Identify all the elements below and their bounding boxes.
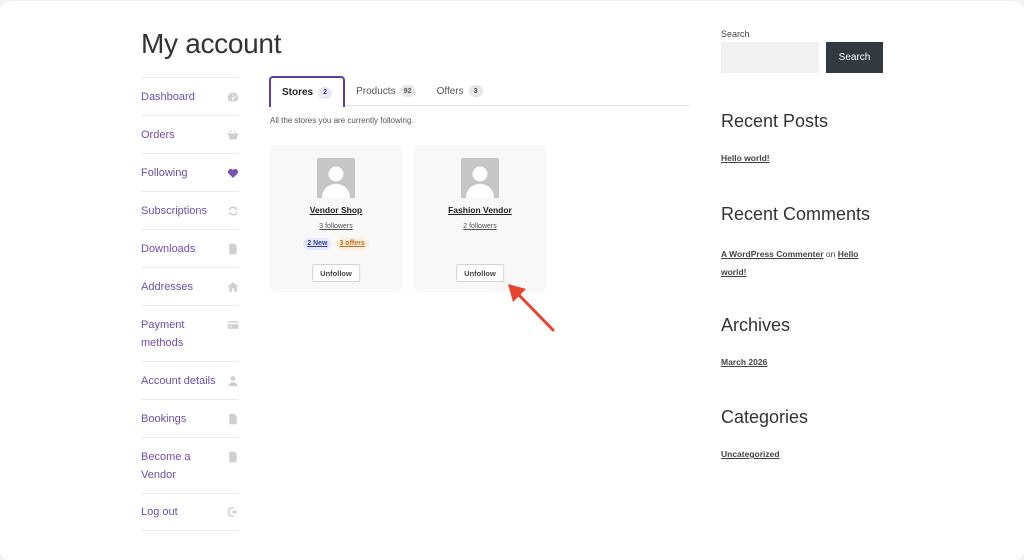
- count-badge: 3: [468, 85, 483, 97]
- recent-comments-title: Recent Comments: [721, 204, 871, 224]
- tab-products[interactable]: Products 92: [345, 76, 425, 106]
- basket-icon: [227, 129, 239, 141]
- store-name-link[interactable]: Fashion Vendor: [448, 205, 512, 215]
- nav-item-payment-methods[interactable]: Payment methods: [141, 305, 239, 361]
- avatar-placeholder-icon: [461, 158, 499, 198]
- nav-item-downloads[interactable]: Downloads: [141, 229, 239, 267]
- following-tabs: Stores 2 Products 92 Offers 3: [269, 76, 690, 107]
- count-badge: 2: [318, 86, 333, 99]
- nav-item-orders[interactable]: Orders: [141, 115, 239, 153]
- nav-item-label: Downloads: [141, 242, 196, 255]
- avatar-placeholder-icon: [317, 158, 355, 198]
- nav-item-subscriptions[interactable]: Subscriptions: [141, 191, 239, 229]
- annotation-arrow-icon: [508, 284, 555, 332]
- account-navigation: Dashboard Orders Following Subscriptions…: [141, 77, 239, 531]
- unfollow-button[interactable]: Unfollow: [456, 264, 504, 282]
- tab-offers[interactable]: Offers 3: [426, 76, 494, 106]
- store-tags: 2 New 3 offers: [303, 238, 369, 250]
- file-icon: [227, 243, 239, 255]
- categories-title: Categories: [721, 407, 809, 427]
- offers-badge[interactable]: 3 offers: [335, 238, 369, 250]
- nav-item-label: Log out: [141, 506, 178, 518]
- nav-item-addresses[interactable]: Addresses: [141, 267, 239, 305]
- nav-item-label: Payment methods: [141, 319, 185, 349]
- refresh-icon: [227, 205, 239, 217]
- unfollow-button[interactable]: Unfollow: [312, 264, 360, 282]
- search-label: Search: [721, 29, 750, 39]
- store-avatar: [317, 158, 355, 198]
- credit-card-icon: [227, 319, 239, 331]
- store-avatar: [461, 158, 499, 198]
- followers-link[interactable]: 3 followers: [319, 223, 352, 230]
- archive-link[interactable]: March 2026: [721, 357, 767, 367]
- nav-item-account-details[interactable]: Account details: [141, 361, 239, 399]
- heart-icon: [227, 167, 239, 179]
- category-link[interactable]: Uncategorized: [721, 449, 780, 459]
- tab-description: All the stores you are currently followi…: [270, 116, 414, 125]
- nav-item-dashboard[interactable]: Dashboard: [141, 77, 239, 115]
- nav-item-log-out[interactable]: Log out: [141, 493, 239, 531]
- archives-title: Archives: [721, 315, 791, 335]
- nav-item-bookings[interactable]: Bookings: [141, 399, 239, 437]
- tab-label: Products: [356, 85, 396, 97]
- file-icon: [227, 451, 239, 463]
- search-button[interactable]: Search: [826, 42, 883, 73]
- recent-post-link[interactable]: Hello world!: [721, 153, 770, 163]
- nav-item-label: Addresses: [141, 280, 193, 293]
- new-products-badge[interactable]: 2 New: [303, 238, 332, 250]
- nav-item-become-a-vendor[interactable]: Become a Vendor: [141, 437, 239, 493]
- file-icon: [227, 413, 239, 425]
- search-input[interactable]: [721, 42, 819, 73]
- user-icon: [227, 375, 239, 387]
- tab-label: Stores: [282, 87, 314, 98]
- nav-item-label: Become a Vendor: [141, 451, 191, 481]
- nav-item-label: Bookings: [141, 412, 187, 425]
- home-icon: [227, 281, 239, 293]
- nav-item-label: Orders: [141, 128, 175, 141]
- comment-connector: on: [825, 249, 836, 259]
- nav-item-label: Account details: [141, 374, 216, 387]
- store-name-link[interactable]: Vendor Shop: [310, 205, 362, 215]
- recent-posts-title: Recent Posts: [721, 111, 829, 131]
- nav-item-label: Subscriptions: [141, 204, 208, 217]
- tab-label: Offers: [436, 85, 464, 97]
- recent-comment: A WordPress Commenter on Hello world!: [721, 245, 881, 281]
- logout-icon: [227, 506, 239, 518]
- store-card: Vendor Shop 3 followers 2 New 3 offers U…: [270, 145, 402, 292]
- followers-link[interactable]: 2 followers: [463, 223, 496, 230]
- store-card: Fashion Vendor 2 followers Unfollow: [414, 145, 546, 292]
- browser-window: My account Dashboard Orders Following Su…: [0, 1, 1024, 560]
- tab-stores[interactable]: Stores 2: [269, 76, 346, 107]
- nav-item-label: Following: [141, 166, 188, 179]
- dashboard-icon: [227, 91, 239, 103]
- nav-item-following[interactable]: Following: [141, 153, 239, 191]
- nav-item-label: Dashboard: [141, 90, 195, 103]
- page-title: My account: [141, 28, 282, 59]
- comment-author-link[interactable]: A WordPress Commenter: [721, 249, 824, 259]
- count-badge: 92: [400, 85, 415, 97]
